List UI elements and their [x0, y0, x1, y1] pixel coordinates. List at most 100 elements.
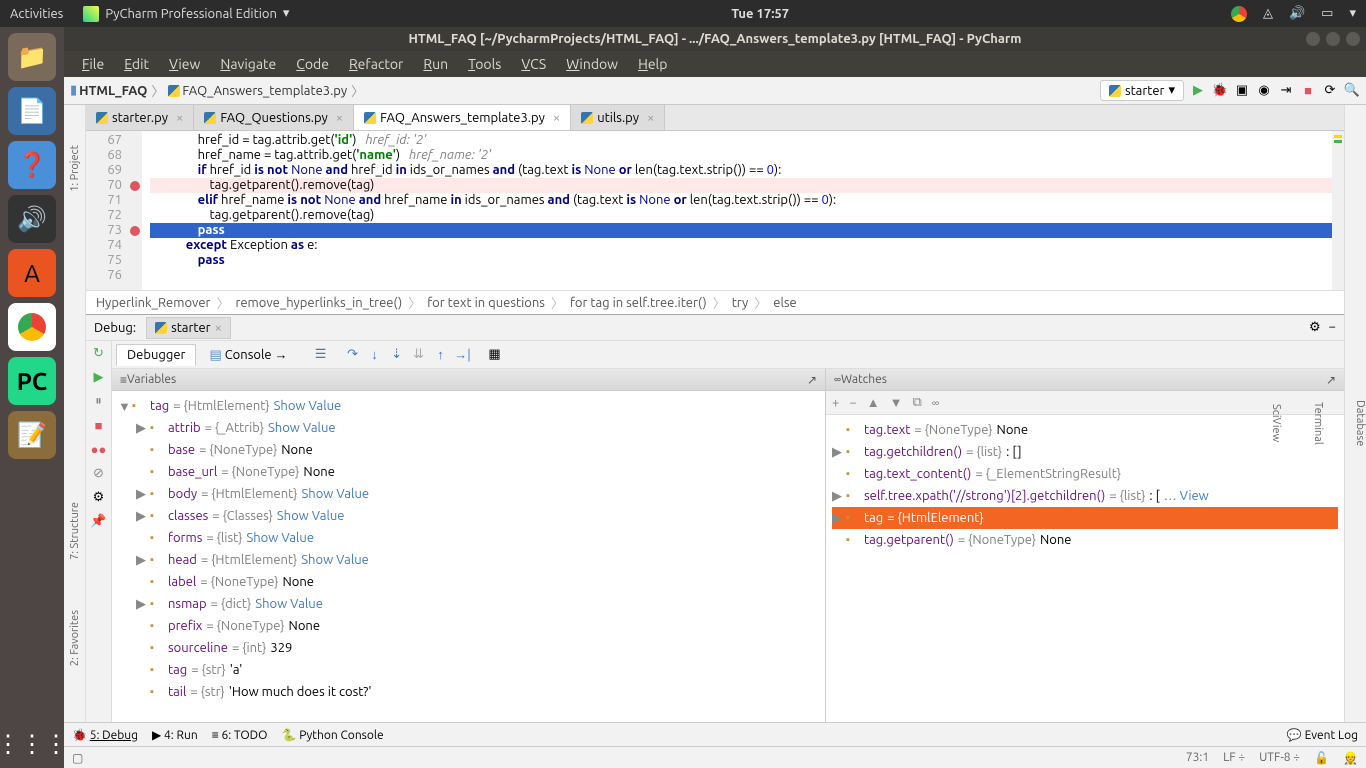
- error-stripe[interactable]: [1332, 131, 1344, 290]
- chrome-indicator-icon[interactable]: [1231, 6, 1247, 22]
- variable-row[interactable]: ▪ prefix = {NoneType} None: [118, 615, 819, 637]
- close-tab-icon[interactable]: ×: [176, 111, 183, 125]
- coverage-button[interactable]: ▣: [1234, 83, 1250, 99]
- clock[interactable]: Tue 17:57: [289, 7, 1231, 21]
- variable-row[interactable]: ▶▪ self.tree.xpath('//strong')[2].getchi…: [832, 485, 1338, 507]
- settings-button[interactable]: ⚙: [91, 489, 107, 505]
- hector-icon[interactable]: 👷: [1343, 751, 1358, 765]
- variable-row[interactable]: ▶▪ head = {HtmlElement} Show Value: [118, 549, 819, 571]
- context-breadcrumb[interactable]: Hyperlink_Remover〉remove_hyperlinks_in_t…: [86, 290, 1344, 314]
- volume-icon[interactable]: 🔊: [1289, 6, 1305, 21]
- show-value-link[interactable]: Show Value: [301, 487, 369, 501]
- minimize-panel-icon[interactable]: −: [1329, 320, 1336, 335]
- close-tab-icon[interactable]: ×: [336, 111, 343, 125]
- variable-row[interactable]: ▪ tag.text_content() = {_ElementStringRe…: [832, 463, 1338, 485]
- menu-run[interactable]: Run: [415, 54, 456, 74]
- debugger-tab[interactable]: Debugger: [116, 344, 196, 366]
- console-tab[interactable]: ▤ Console →: [198, 343, 298, 367]
- stop-button[interactable]: ■: [1300, 83, 1316, 99]
- editor-tab[interactable]: starter.py×: [86, 105, 194, 130]
- force-step-into-icon[interactable]: ⇊: [409, 345, 429, 365]
- wifi-icon[interactable]: ◬: [1263, 6, 1273, 21]
- variable-row[interactable]: ▪ base_url = {NoneType} None: [118, 461, 819, 483]
- close-button[interactable]: [1346, 32, 1360, 46]
- favorites-tool-button[interactable]: 2: Favorites: [69, 610, 81, 666]
- help-icon[interactable]: ❓: [8, 141, 56, 189]
- add-watch-icon[interactable]: +: [832, 396, 839, 410]
- editor-tab[interactable]: utils.py×: [571, 105, 665, 130]
- copy-icon[interactable]: ⧉: [912, 395, 921, 410]
- context-crumb[interactable]: try: [732, 296, 749, 310]
- mute-breakpoints-button[interactable]: ⊘: [91, 465, 107, 481]
- pause-button[interactable]: ⏸: [91, 393, 107, 409]
- move-up-icon[interactable]: ▲: [867, 395, 880, 410]
- rhythmbox-icon[interactable]: 🔊: [8, 195, 56, 243]
- breadcrumb[interactable]: ▮ HTML_FAQ 〉 FAQ_Answers_template3.py 〉: [70, 81, 366, 100]
- apps-grid-icon[interactable]: ⋮⋮⋮: [8, 720, 56, 768]
- close-tab-icon[interactable]: ×: [647, 111, 654, 125]
- close-tab-icon[interactable]: ×: [553, 111, 560, 125]
- software-icon[interactable]: A: [8, 249, 56, 297]
- expand-icon[interactable]: ↗: [1326, 373, 1336, 387]
- breakpoint-icon[interactable]: [130, 181, 140, 191]
- battery-icon[interactable]: ▭: [1321, 6, 1333, 21]
- profile-button[interactable]: ◉: [1256, 83, 1272, 99]
- variable-row[interactable]: ▪ sourceline = {int} 329: [118, 637, 819, 659]
- variable-row[interactable]: ▼▪ tag = {HtmlElement} Show Value: [118, 395, 819, 417]
- debug-session-tab[interactable]: starter ×: [146, 317, 231, 339]
- readonly-icon[interactable]: 🔓: [1314, 751, 1329, 765]
- variable-row[interactable]: ▶▪ tag.getchildren() = {list} : []: [832, 441, 1338, 463]
- step-into-icon[interactable]: ↓: [365, 345, 385, 365]
- editor-tab[interactable]: FAQ_Questions.py×: [194, 105, 354, 130]
- view-breakpoints-button[interactable]: ●●: [91, 441, 107, 457]
- move-down-icon[interactable]: ▼: [890, 395, 903, 410]
- show-value-link[interactable]: Show Value: [255, 597, 323, 611]
- context-crumb[interactable]: for tag in self.tree.iter(): [570, 296, 707, 310]
- pin-button[interactable]: 📌: [91, 513, 107, 529]
- sciview-tool-button[interactable]: SciView: [1270, 404, 1282, 442]
- variable-row[interactable]: ▶▪ tag = {HtmlElement}: [832, 507, 1338, 529]
- pycharm-launcher-icon[interactable]: PC: [8, 357, 56, 405]
- variables-tree[interactable]: ▼▪ tag = {HtmlElement} Show Value▶▪ attr…: [112, 391, 825, 722]
- cursor-position[interactable]: 73:1: [1186, 751, 1209, 765]
- remove-watch-icon[interactable]: −: [849, 396, 856, 410]
- variable-row[interactable]: ▶▪ attrib = {_Attrib} Show Value: [118, 417, 819, 439]
- menu-file[interactable]: File: [74, 54, 112, 74]
- menu-help[interactable]: Help: [630, 54, 675, 74]
- show-value-link[interactable]: Show Value: [246, 531, 314, 545]
- show-value-link[interactable]: … View: [1164, 489, 1209, 503]
- menu-tools[interactable]: Tools: [460, 54, 509, 74]
- menu-navigate[interactable]: Navigate: [212, 54, 284, 74]
- context-crumb[interactable]: remove_hyperlinks_in_tree(): [235, 296, 402, 310]
- activities-button[interactable]: Activities: [10, 7, 63, 21]
- variable-row[interactable]: ▶▪ classes = {Classes} Show Value: [118, 505, 819, 527]
- run-config-selector[interactable]: starter ▾: [1100, 80, 1184, 101]
- evaluate-icon[interactable]: ▦: [485, 345, 505, 365]
- show-value-link[interactable]: Show Value: [301, 553, 369, 567]
- breakpoint-icon[interactable]: [130, 226, 140, 236]
- show-value-link[interactable]: Show Value: [274, 399, 342, 413]
- expand-icon[interactable]: ↗: [807, 373, 817, 387]
- variable-row[interactable]: ▪ tag = {str} 'a': [118, 659, 819, 681]
- editor-tab[interactable]: FAQ_Answers_template3.py×: [354, 105, 571, 130]
- variable-row[interactable]: ▪ tag.text = {NoneType} None: [832, 419, 1338, 441]
- rerun-button[interactable]: ↻: [91, 345, 107, 361]
- show-value-link[interactable]: Show Value: [277, 509, 345, 523]
- step-out-icon[interactable]: ↑: [431, 345, 451, 365]
- python-console-button[interactable]: 🐍 Python Console: [281, 728, 383, 742]
- glasses-icon[interactable]: ∞: [932, 396, 940, 410]
- context-crumb[interactable]: else: [773, 296, 796, 310]
- todo-tool-button[interactable]: ≡ 6: TODO: [212, 728, 268, 742]
- menu-edit[interactable]: Edit: [116, 54, 157, 74]
- run-button[interactable]: ▶: [1190, 83, 1206, 99]
- maximize-button[interactable]: [1326, 32, 1340, 46]
- settings-icon[interactable]: ⚙: [1309, 320, 1321, 335]
- show-value-link[interactable]: Show Value: [268, 421, 336, 435]
- menu-code[interactable]: Code: [288, 54, 337, 74]
- show-frames-icon[interactable]: ☰: [311, 345, 331, 365]
- app-menu[interactable]: PyCharm Professional Edition ▾: [83, 6, 289, 22]
- search-everywhere-button[interactable]: 🔍: [1344, 83, 1360, 99]
- project-tool-button[interactable]: 1: Project: [69, 145, 81, 192]
- resume-button[interactable]: ▶: [91, 369, 107, 385]
- text-editor-icon[interactable]: 📝: [8, 411, 56, 459]
